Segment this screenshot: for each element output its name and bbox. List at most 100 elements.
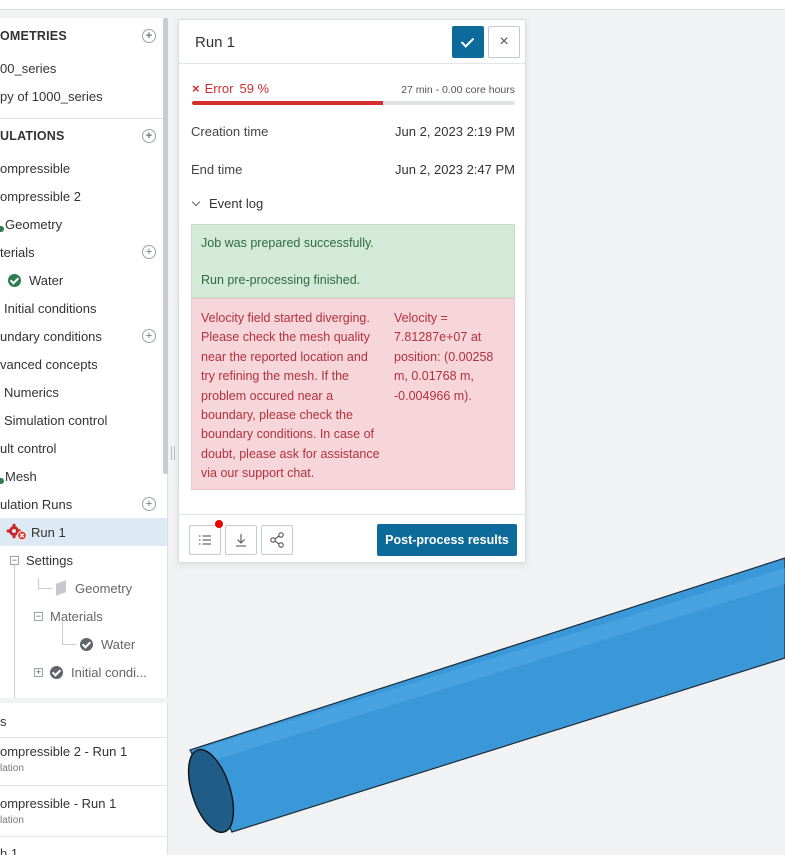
- collapse-icon[interactable]: −: [34, 611, 43, 621]
- tree-item-label: Water: [101, 636, 136, 652]
- creation-time-value: Jun 2, 2023 2:19 PM: [395, 124, 515, 139]
- progress-bar: [192, 101, 515, 105]
- check-icon: [50, 665, 63, 679]
- share-icon: [270, 532, 284, 548]
- tree-item-run-water[interactable]: Water: [0, 630, 167, 658]
- tree-item-label: Initial conditions: [4, 300, 97, 316]
- tree-section-simulations[interactable]: ULATIONS +: [0, 122, 167, 150]
- log-error-detail: Velocity = 7.81287e+07 at position: (0.0…: [394, 311, 494, 403]
- confirm-button[interactable]: [452, 26, 484, 58]
- progress-percent: 59 %: [239, 81, 270, 96]
- tree-item-mesh[interactable]: Mesh: [0, 462, 167, 490]
- event-log-toggle[interactable]: Event log: [191, 196, 263, 211]
- tree-item-label: Simulation control: [4, 412, 108, 428]
- notification-dot: [215, 520, 223, 528]
- tree-item-run-initial-conditions[interactable]: + Initial condi...: [0, 658, 167, 686]
- creation-time-row: Creation time Jun 2, 2023 2:19 PM: [191, 124, 515, 142]
- tree-item-water[interactable]: Water: [0, 266, 167, 294]
- add-simulation-button[interactable]: +: [142, 129, 156, 143]
- dialog-header: Run 1 ×: [179, 20, 525, 64]
- tree-item-geometry[interactable]: Geometry: [0, 210, 167, 238]
- end-time-value: Jun 2, 2023 2:47 PM: [395, 162, 515, 177]
- tree-item-simulation-2[interactable]: ompressible 2: [0, 182, 167, 210]
- tree-item-label: ULATIONS: [0, 129, 65, 143]
- end-time-label: End time: [191, 162, 243, 177]
- tree-item-run-geometry[interactable]: Geometry: [0, 574, 167, 602]
- status-label: Error: [204, 81, 234, 96]
- status-dot-icon: [0, 226, 4, 232]
- close-icon: ×: [499, 33, 509, 50]
- tree-item-run-materials[interactable]: − Materials: [0, 602, 167, 630]
- tree-item-label: Numerics: [4, 384, 59, 400]
- tree-item-label: Settings: [26, 552, 73, 568]
- progress-bar-fill: [192, 101, 383, 105]
- tree-item-label: undary conditions: [0, 328, 102, 344]
- tree-item-label: Water: [29, 272, 64, 288]
- status-dot-icon: [0, 478, 4, 484]
- dialog-footer: Post-process results: [179, 514, 525, 563]
- add-boundary-condition-button[interactable]: +: [142, 329, 156, 343]
- log-message: Job was prepared successfully.: [201, 236, 374, 250]
- tree-scrollbar[interactable]: [163, 18, 168, 474]
- job-subtitle: lation: [0, 815, 24, 826]
- check-icon: [80, 637, 93, 651]
- job-title: h 1: [0, 846, 19, 855]
- run-details-dialog: Run 1 × × Error 59 % 27 min - 0.00 core ho…: [178, 19, 526, 563]
- tree-item-boundary-conditions[interactable]: undary conditions +: [0, 322, 167, 350]
- tree-item-geometry-1[interactable]: 00_series: [0, 54, 167, 82]
- add-run-button[interactable]: +: [142, 497, 156, 511]
- chevron-down-icon: [191, 197, 201, 207]
- simulation-tree[interactable]: OMETRIES + 00_series py of 1000_series U…: [0, 18, 168, 698]
- post-process-results-button[interactable]: Post-process results: [377, 524, 517, 556]
- add-geometry-button[interactable]: +: [142, 29, 156, 43]
- job-subtitle: lation: [0, 763, 24, 774]
- tree-item-run-1[interactable]: Run 1: [0, 518, 167, 546]
- job-item[interactable]: ompressible 2 - Run 1 lation: [0, 744, 167, 774]
- tree-item-label: Mesh: [5, 468, 37, 484]
- dialog-title: Run 1: [195, 34, 236, 51]
- share-button[interactable]: [261, 525, 293, 555]
- list-icon: [199, 535, 211, 545]
- tree-item-label: OMETRIES: [0, 29, 67, 43]
- download-button[interactable]: [225, 525, 257, 555]
- tree-item-simulation-1[interactable]: ompressible: [0, 154, 167, 182]
- tree-item-label: ulation Runs: [0, 496, 73, 512]
- end-time-row: End time Jun 2, 2023 2:47 PM: [191, 162, 515, 180]
- log-list-button[interactable]: [189, 525, 221, 555]
- tree-section-geometries[interactable]: OMETRIES +: [0, 22, 167, 50]
- tree-item-label: terials: [0, 244, 35, 260]
- tree-item-label: ompressible 2: [0, 188, 81, 204]
- creation-time-label: Creation time: [191, 124, 269, 139]
- add-material-button[interactable]: +: [142, 245, 156, 259]
- tree-item-label: Initial condi...: [71, 664, 147, 680]
- tree-item-label: vanced concepts: [0, 356, 98, 372]
- divider: [0, 118, 167, 119]
- tree-item-label: Geometry: [5, 216, 63, 232]
- tree-item-advanced-concepts[interactable]: vanced concepts: [0, 350, 167, 378]
- tree-item-label: 00_series: [0, 60, 57, 76]
- error-icon: ×: [192, 81, 200, 96]
- jobs-panel[interactable]: s ompressible 2 - Run 1 lation ompressib…: [0, 703, 168, 855]
- tree-item-result-control[interactable]: ult control: [0, 434, 167, 462]
- expand-icon[interactable]: +: [34, 667, 43, 677]
- geometry-icon: [56, 580, 66, 596]
- run-duration: 27 min - 0.00 core hours: [401, 84, 515, 96]
- close-button[interactable]: ×: [488, 26, 520, 58]
- tree-item-materials[interactable]: terials +: [0, 238, 167, 266]
- log-entry-error: Velocity field started diverging. Please…: [191, 298, 515, 490]
- tree-item-simulation-runs[interactable]: ulation Runs +: [0, 490, 167, 518]
- tree-item-numerics[interactable]: Numerics: [0, 378, 167, 406]
- tree-item-settings[interactable]: − Settings: [0, 546, 167, 574]
- jobs-header: s: [0, 714, 7, 729]
- tree-item-geometry-2[interactable]: py of 1000_series: [0, 82, 167, 110]
- tree-item-simulation-control[interactable]: Simulation control: [0, 406, 167, 434]
- tree-item-initial-conditions[interactable]: Initial conditions: [0, 294, 167, 322]
- job-item[interactable]: ompressible - Run 1 lation: [0, 796, 167, 826]
- check-icon: [8, 273, 21, 287]
- divider: [0, 785, 167, 786]
- divider: [0, 737, 167, 738]
- log-error-message: Velocity field started diverging. Please…: [201, 311, 380, 481]
- panel-splitter-handle[interactable]: [171, 446, 175, 460]
- job-item[interactable]: h 1: [0, 846, 167, 855]
- tree-item-label: py of 1000_series: [0, 88, 103, 104]
